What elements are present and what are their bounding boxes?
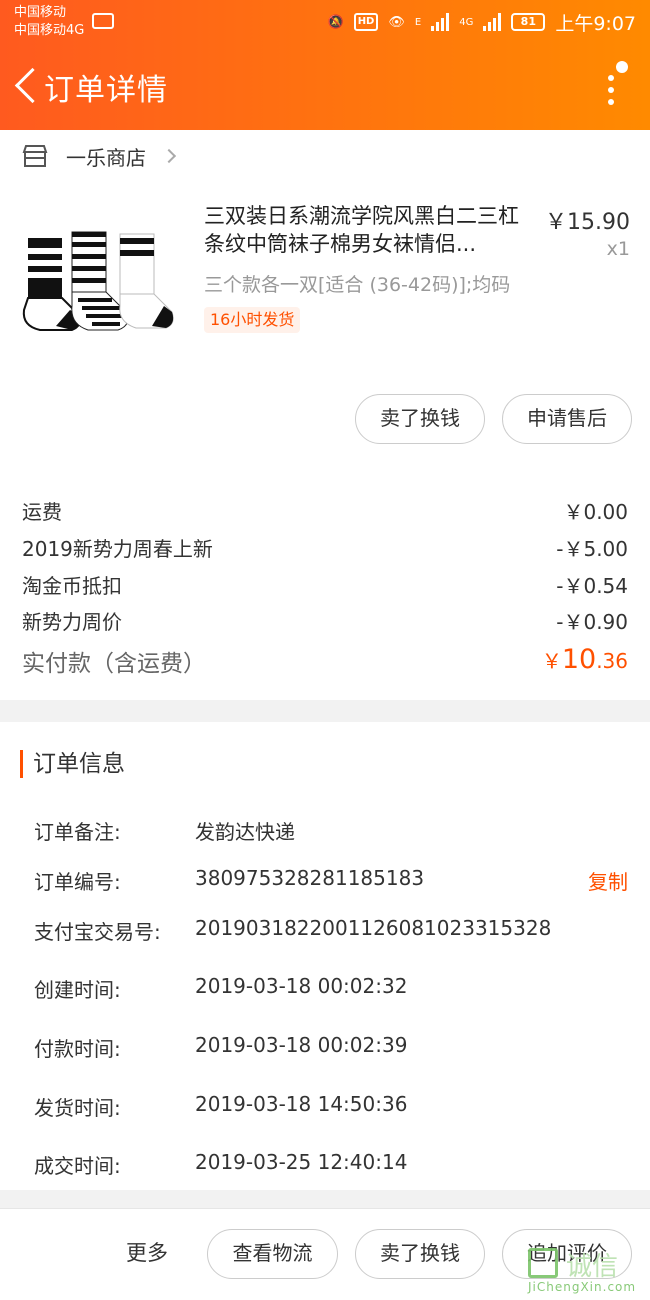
activity-icon [92,13,114,29]
page-title: 订单详情 [44,73,168,108]
fee-label: 运费 [22,500,62,524]
order-item-card: 一乐商店 三双装日系潮流学院风黑白二三杠条纹中筒袜子棉男女袜情侣... ￥15.… [0,130,650,700]
watermark-text: 诚信 [566,1252,619,1282]
eye-icon: 👁 [388,14,405,30]
fee-value: -￥0.90 [556,610,628,634]
status-bar: 中国移动 中国移动4G 🔕 HD 👁 E 4G 81 上午9:07 [0,0,650,45]
watermark-sub: JiChengXin.com [528,1280,637,1294]
fee-label: 新势力周价 [22,610,122,634]
mute-icon: 🔕 [327,14,344,30]
app-header: 中国移动 中国移动4G 🔕 HD 👁 E 4G 81 上午9:07 订单详情 [0,0,650,130]
info-label: 发货时间: [34,1096,121,1120]
signal-icon-1 [431,13,450,31]
resell-button-bottom[interactable]: 卖了换钱 [355,1229,485,1279]
chevron-right-icon [161,148,177,164]
product-quantity: x1 [606,238,630,260]
info-label: 创建时间: [34,978,121,1002]
carrier-2: 中国移动4G [14,23,85,38]
info-label: 订单编号: [34,870,121,894]
status-right: 🔕 HD 👁 E 4G 81 上午9:07 [328,6,637,38]
fee-value: -￥0.54 [556,574,628,598]
fee-row: 新势力周价 -￥0.90 [22,606,628,636]
watermark-logo-icon [528,1248,558,1278]
signal-icon-2 [483,13,502,31]
notification-dot [616,61,628,73]
resell-button[interactable]: 卖了换钱 [355,394,485,444]
after-sale-button[interactable]: 申请售后 [502,394,632,444]
more-button[interactable]: 更多 [126,1237,168,1267]
paid-amount: ￥10.36 [542,644,628,675]
fee-row: 2019新势力周春上新 -￥5.00 [22,533,628,563]
paid-integer: 10 [561,644,597,675]
title-bar: 订单详情 [0,45,650,130]
section-title: 订单信息 [20,750,125,778]
shipping-tag: 16小时发货 [204,307,301,333]
info-value: 380975328281185183 [195,866,425,890]
bottom-action-bar: 更多 查看物流 卖了换钱 追加评价 诚信 JiChengXin.com [0,1208,650,1300]
info-value: 2019-03-18 00:02:32 [195,974,408,998]
store-icon [22,145,48,167]
carrier-1: 中国移动 [14,5,67,20]
info-label: 订单备注: [34,820,121,844]
fee-label: 2019新势力周春上新 [22,537,213,561]
product-title[interactable]: 三双装日系潮流学院风黑白二三杠条纹中筒袜子棉男女袜情侣... [204,202,534,258]
store-name: 一乐商店 [66,145,146,170]
clock: 上午9:07 [555,12,636,35]
paid-currency: ￥ [541,649,562,673]
info-value: 发韵达快递 [195,820,295,844]
watermark: 诚信 JiChengXin.com [528,1242,646,1294]
info-label: 付款时间: [34,1037,121,1061]
product-price: ￥15.90 [545,210,630,235]
info-value: 2019-03-18 00:02:39 [195,1033,408,1057]
fee-label: 淘金币抵扣 [22,574,122,598]
paid-decimal: .36 [596,649,628,673]
fee-value: ￥0.00 [563,500,628,524]
battery-icon: 81 [511,13,546,31]
fee-row: 运费 ￥0.00 [22,496,628,526]
fee-row: 淘金币抵扣 -￥0.54 [22,570,628,600]
fee-value: -￥5.00 [556,537,628,561]
info-value: 2019-03-25 12:40:14 [195,1150,408,1174]
network-1-label: E [414,16,422,28]
more-options-icon[interactable] [596,61,628,111]
order-info-section: 订单信息 订单备注: 发韵达快递 订单编号: 38097532828118518… [0,722,650,1190]
info-value: 2019031822001126081023315328 [195,916,552,940]
info-label: 成交时间: [34,1154,121,1178]
view-logistics-button[interactable]: 查看物流 [207,1229,338,1279]
product-spec: 三个款各一双[适合 (36-42码)];均码 [204,274,511,296]
carrier-info: 中国移动 中国移动4G [14,4,84,40]
hd-icon: HD [353,13,379,31]
paid-total-row: 实付款（含运费） ￥10.36 [22,644,628,680]
network-2-label: 4G [459,16,474,28]
copy-button[interactable]: 复制 [588,866,628,895]
info-label: 支付宝交易号: [34,920,161,944]
info-value: 2019-03-18 14:50:36 [195,1092,408,1116]
product-thumbnail[interactable] [20,230,182,340]
store-link[interactable]: 一乐商店 [22,136,177,176]
paid-label: 实付款（含运费） [22,651,206,677]
